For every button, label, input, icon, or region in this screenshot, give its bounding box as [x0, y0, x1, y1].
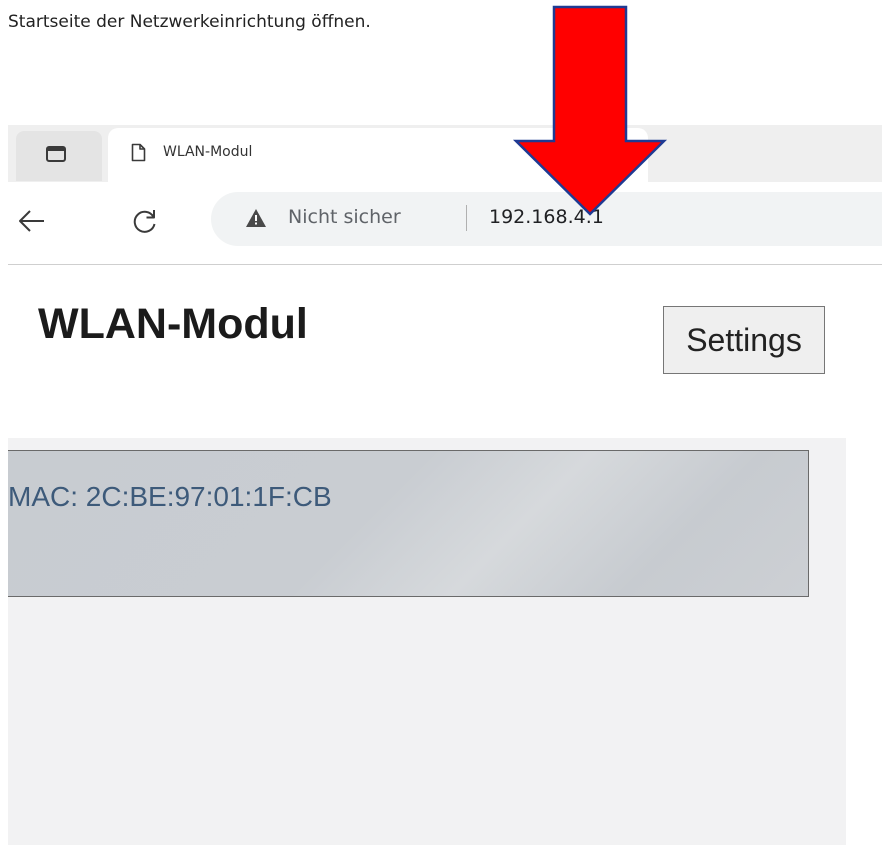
address-divider	[466, 205, 467, 231]
settings-button[interactable]: Settings	[663, 306, 825, 374]
tab-title: WLAN-Modul	[163, 144, 253, 160]
browser-tab[interactable]: WLAN-Modul	[108, 128, 648, 182]
mac-address: MAC: 2C:BE:97:01:1F:CB	[8, 481, 332, 512]
address-bar[interactable]: Nicht sicher 192.168.4.1	[211, 192, 882, 246]
security-status[interactable]: Nicht sicher	[288, 206, 401, 228]
screenshot: Startseite der Netzwerkeinrichtung öffne…	[0, 0, 882, 845]
browser-toolbar: Nicht sicher 192.168.4.1	[8, 182, 882, 265]
tab-overview-button[interactable]	[16, 131, 102, 181]
back-arrow-icon[interactable]	[18, 208, 46, 234]
warning-icon[interactable]	[245, 208, 267, 228]
content-panel: MAC: 2C:BE:97:01:1F:CB	[8, 438, 846, 845]
mac-info-box: MAC: 2C:BE:97:01:1F:CB	[8, 450, 809, 597]
tab-overview-icon	[46, 146, 66, 162]
reload-icon[interactable]	[132, 208, 158, 234]
instruction-caption: Startseite der Netzwerkeinrichtung öffne…	[8, 12, 371, 32]
page-title: WLAN-Modul	[38, 300, 308, 348]
browser-tab-bar: WLAN-Modul	[8, 125, 882, 182]
url-text[interactable]: 192.168.4.1	[489, 206, 604, 228]
page-icon	[131, 143, 146, 162]
